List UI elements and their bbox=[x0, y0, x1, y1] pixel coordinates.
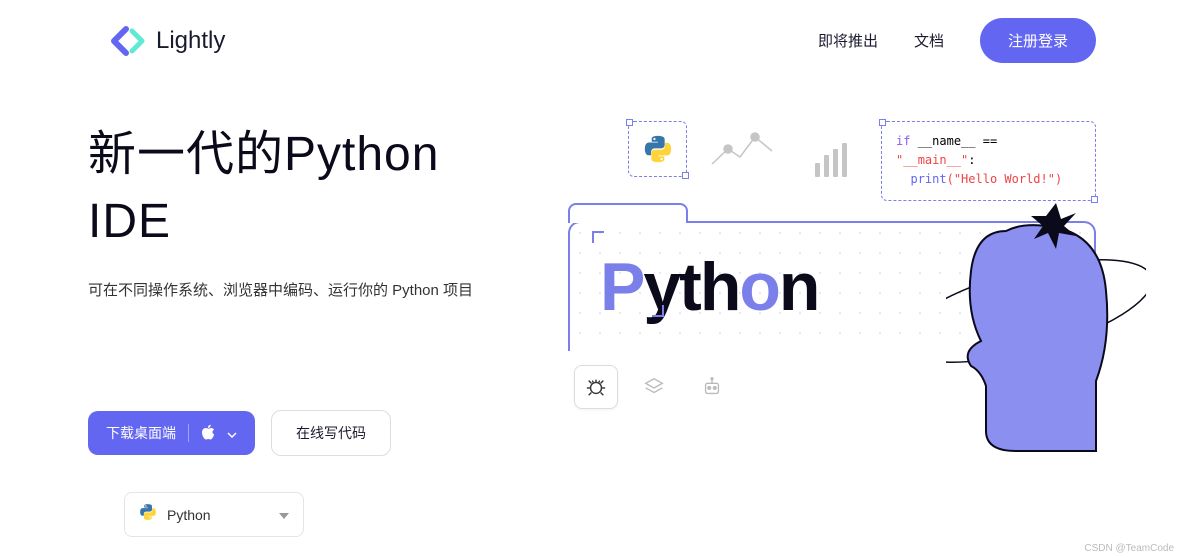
download-button[interactable]: 下载桌面端 bbox=[88, 411, 255, 455]
crop-bracket-tl bbox=[592, 231, 604, 243]
code-snippet-widget: if __name__ == "__main__": print("Hello … bbox=[881, 121, 1096, 201]
banner-tab bbox=[568, 203, 688, 223]
robot-icon[interactable] bbox=[690, 365, 734, 409]
crop-bracket-br bbox=[652, 305, 664, 317]
code-colon: : bbox=[968, 153, 975, 167]
layers-icon[interactable] bbox=[632, 365, 676, 409]
bug-icon[interactable] bbox=[574, 365, 618, 409]
hero-title-line1: 新一代的Python bbox=[88, 128, 439, 181]
logo[interactable]: Lightly bbox=[108, 21, 225, 61]
bar-chart-widget bbox=[802, 121, 861, 177]
head-silhouette bbox=[946, 191, 1126, 451]
code-arg: ("Hello World!") bbox=[947, 172, 1063, 186]
code-eq: == bbox=[983, 134, 997, 148]
logo-text: Lightly bbox=[156, 27, 225, 55]
python-word: Python bbox=[600, 248, 818, 326]
language-selector[interactable]: Python bbox=[124, 492, 304, 537]
download-label: 下载桌面端 bbox=[106, 423, 176, 443]
hero-title: 新一代的Python IDE bbox=[88, 121, 528, 255]
code-name: __name__ bbox=[918, 134, 976, 148]
logo-icon bbox=[108, 21, 148, 61]
hero-left: 新一代的Python IDE 可在不同操作系统、浏览器中编码、运行你的 Pyth… bbox=[88, 121, 528, 537]
hero-illustration: if __name__ == "__main__": print("Hello … bbox=[568, 121, 1096, 501]
dropdown-caret-icon bbox=[279, 506, 289, 524]
main-content: 新一代的Python IDE 可在不同操作系统、浏览器中编码、运行你的 Pyth… bbox=[0, 81, 1184, 537]
code-fn: print bbox=[910, 172, 946, 186]
action-buttons: 下载桌面端 在线写代码 bbox=[88, 410, 528, 456]
apple-icon bbox=[201, 424, 215, 443]
language-label: Python bbox=[167, 507, 211, 523]
hero-title-line2: IDE bbox=[88, 195, 171, 248]
line-chart-widget bbox=[707, 121, 782, 177]
python-logo-widget bbox=[628, 121, 687, 177]
hero-subtitle: 可在不同操作系统、浏览器中编码、运行你的 Python 项目 bbox=[88, 279, 528, 300]
online-code-button[interactable]: 在线写代码 bbox=[271, 410, 391, 456]
watermark: CSDN @TeamCode bbox=[1084, 543, 1174, 554]
chevron-down-icon bbox=[227, 425, 237, 441]
nav-docs[interactable]: 文档 bbox=[914, 30, 944, 51]
button-divider bbox=[188, 424, 189, 442]
code-kw-if: if bbox=[896, 134, 910, 148]
header: Lightly 即将推出 文档 注册登录 bbox=[0, 0, 1184, 81]
nav-coming-soon[interactable]: 即将推出 bbox=[818, 30, 878, 51]
code-main: "__main__" bbox=[896, 153, 968, 167]
signup-button[interactable]: 注册登录 bbox=[980, 18, 1096, 63]
python-icon bbox=[139, 503, 157, 526]
nav: 即将推出 文档 注册登录 bbox=[818, 18, 1096, 63]
